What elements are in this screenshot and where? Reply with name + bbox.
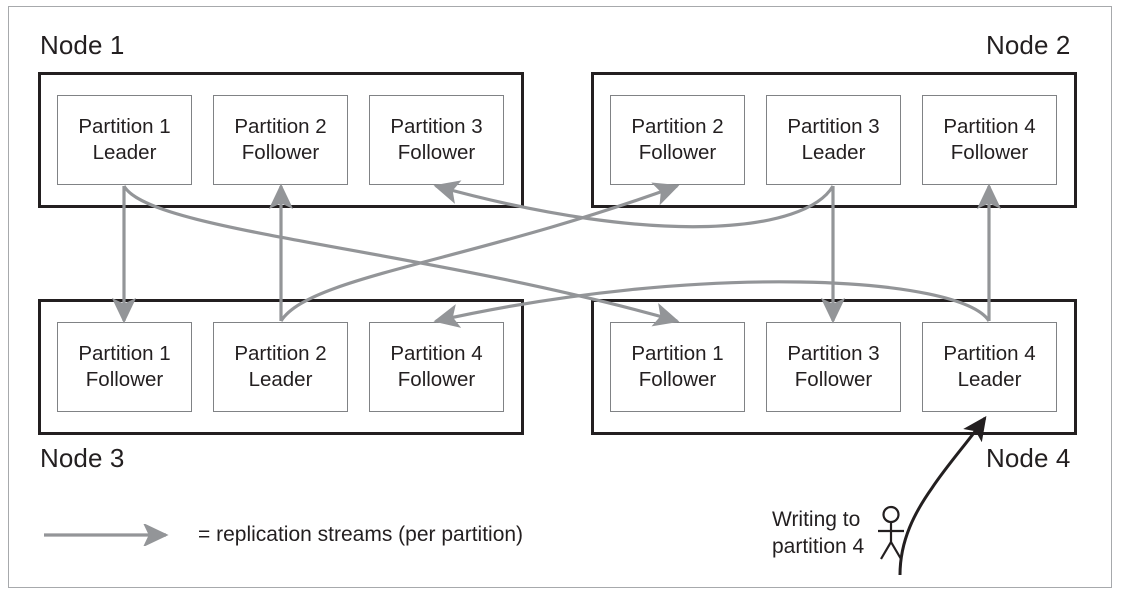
partition-role: Follower bbox=[950, 141, 1029, 164]
node-label-node-3: Node 3 bbox=[40, 443, 125, 473]
partition-name: Partition 4 bbox=[390, 342, 483, 365]
partition-role: Follower bbox=[794, 368, 873, 391]
partition-name: Partition 2 bbox=[234, 115, 327, 138]
partition-node-1-1: Partition 2 Follower bbox=[213, 95, 348, 185]
partition-node-4-0: Partition 1 Follower bbox=[610, 322, 745, 412]
writer-label-line-1: Writing to bbox=[772, 508, 861, 531]
partition-role: Leader bbox=[957, 368, 1022, 391]
partition-name: Partition 3 bbox=[787, 342, 880, 365]
writer-annotation: Writing to partition 4 bbox=[772, 505, 908, 561]
legend: = replication streams (per partition) bbox=[42, 522, 523, 548]
node-label-node-1: Node 1 bbox=[40, 30, 125, 60]
partition-name: Partition 1 bbox=[78, 342, 171, 365]
node-label-node-2: Node 2 bbox=[986, 30, 1071, 60]
partition-name: Partition 4 bbox=[943, 115, 1036, 138]
legend-label: = replication streams (per partition) bbox=[198, 523, 524, 546]
partition-role: Leader bbox=[801, 141, 866, 164]
partition-name: Partition 3 bbox=[390, 115, 483, 138]
partition-name: Partition 2 bbox=[234, 342, 327, 365]
partition-name: Partition 1 bbox=[631, 342, 724, 365]
partition-name: Partition 4 bbox=[943, 342, 1036, 365]
partition-name: Partition 2 bbox=[631, 115, 724, 138]
partition-role: Follower bbox=[397, 368, 476, 391]
partition-name: Partition 3 bbox=[787, 115, 880, 138]
partition-role: Follower bbox=[638, 368, 717, 391]
partition-role: Follower bbox=[85, 368, 164, 391]
diagram-root: Node 1 Partition 1 Leader Partition 2 Fo… bbox=[0, 0, 1122, 596]
partition-node-3-0: Partition 1 Follower bbox=[57, 322, 192, 412]
partition-role: Leader bbox=[92, 141, 157, 164]
node-label-node-4: Node 4 bbox=[986, 443, 1071, 473]
arrow-right-icon bbox=[44, 524, 169, 546]
partition-role: Follower bbox=[397, 141, 476, 164]
partition-role: Follower bbox=[638, 141, 717, 164]
partition-node-4-2: Partition 4 Leader bbox=[922, 322, 1057, 412]
partition-node-1-2: Partition 3 Follower bbox=[369, 95, 504, 185]
stick-figure-person-icon bbox=[878, 505, 905, 560]
partition-node-2-2: Partition 4 Follower bbox=[922, 95, 1057, 185]
writer-label: Writing to partition 4 bbox=[772, 506, 864, 560]
partition-role: Leader bbox=[248, 368, 313, 391]
partition-node-4-1: Partition 3 Follower bbox=[766, 322, 901, 412]
partition-node-3-2: Partition 4 Follower bbox=[369, 322, 504, 412]
partition-role: Follower bbox=[241, 141, 320, 164]
partition-node-2-1: Partition 3 Leader bbox=[766, 95, 901, 185]
partition-node-1-0: Partition 1 Leader bbox=[57, 95, 192, 185]
writer-label-line-2: partition 4 bbox=[772, 535, 865, 558]
partition-name: Partition 1 bbox=[78, 115, 171, 138]
partition-node-2-0: Partition 2 Follower bbox=[610, 95, 745, 185]
partition-node-3-1: Partition 2 Leader bbox=[213, 322, 348, 412]
